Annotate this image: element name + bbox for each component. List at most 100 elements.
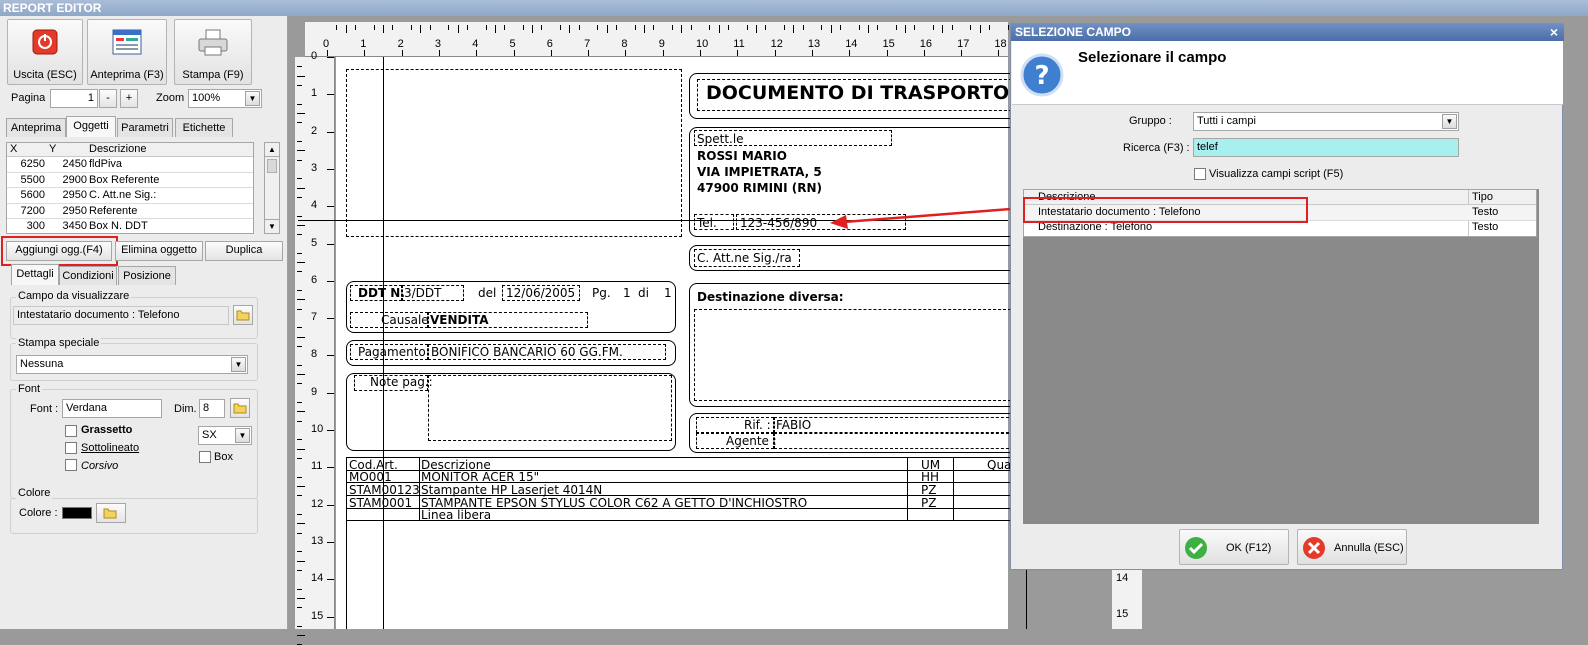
- zoom-select[interactable]: 100% ▼: [188, 89, 262, 108]
- ruler-minor-mark: [297, 625, 302, 627]
- ruler-minor-mark: [466, 25, 468, 30]
- ruler-mark: [327, 541, 334, 543]
- ruler-mark: [849, 50, 851, 56]
- exit-icon: [32, 29, 58, 55]
- scroll-up-icon[interactable]: ▲: [265, 143, 279, 157]
- tab-condizioni[interactable]: Condizioni: [59, 266, 117, 285]
- objects-grid[interactable]: X Y Descrizione 6250 2450 fldPiva 5500 2900…: [6, 142, 254, 234]
- ruler-minor-mark: [297, 420, 302, 422]
- ruler-minor-mark: [606, 25, 608, 33]
- col-tipo: Tipo: [1472, 191, 1493, 203]
- box-checkbox[interactable]: [199, 451, 211, 463]
- ruler-tick: 14: [1116, 572, 1129, 584]
- check-icon: [1185, 537, 1207, 559]
- search-label: Ricerca (F3) :: [1123, 142, 1190, 154]
- ruler-tick: 0: [311, 50, 318, 62]
- page-input[interactable]: 1: [50, 89, 98, 108]
- table-row[interactable]: 7200 2950 Referente: [7, 204, 253, 219]
- color-select-button[interactable]: [96, 503, 126, 523]
- bold-checkbox[interactable]: [65, 425, 77, 437]
- cell-code: STAM00123: [349, 483, 420, 497]
- dim-input[interactable]: 8: [199, 399, 225, 418]
- ruler-mark: [327, 579, 334, 581]
- ruler-mark: [961, 50, 963, 56]
- box-label: Box: [214, 451, 233, 463]
- agent-field[interactable]: [774, 433, 1014, 449]
- ok-button[interactable]: OK (F12): [1179, 529, 1289, 565]
- report-page[interactable]: DOCUMENTO DI TRASPORTO Spett.le ROSSI MA…: [298, 57, 1027, 629]
- font-select-button[interactable]: [230, 398, 250, 418]
- duplicate-button[interactable]: Duplica: [205, 241, 283, 261]
- ruler-minor-mark: [392, 25, 394, 30]
- grid-scrollbar[interactable]: ▲ ▼: [264, 142, 280, 234]
- align-select[interactable]: SX ▼: [198, 426, 252, 445]
- logo-box[interactable]: [346, 69, 682, 237]
- fields-grid[interactable]: Descrizione Tipo Intestatario documento …: [1023, 189, 1539, 524]
- ruler-tick: 18: [994, 38, 1007, 50]
- table-row[interactable]: 5500 2900 Box Referente: [7, 173, 253, 188]
- group-select[interactable]: Tutti i campi ▼: [1193, 112, 1459, 131]
- align-value: SX: [202, 429, 217, 441]
- tab-dettagli[interactable]: Dettagli: [11, 264, 59, 285]
- script-fields-checkbox[interactable]: [1194, 168, 1206, 180]
- ruler-tick: 13: [311, 534, 324, 547]
- ruler-mark: [550, 50, 552, 56]
- table-row[interactable]: 5600 2950 C. Att.ne Sig.:: [7, 188, 253, 204]
- ruler-minor-mark: [297, 457, 302, 459]
- font-input[interactable]: Verdana: [62, 399, 162, 418]
- recipient-city: 47900 RIMINI (RN): [697, 181, 822, 195]
- color-swatch[interactable]: [62, 507, 92, 519]
- exit-button[interactable]: Uscita (ESC): [7, 19, 83, 85]
- ruler-tick: 14: [311, 572, 324, 585]
- close-icon[interactable]: ×: [1550, 24, 1558, 41]
- field-select-button[interactable]: [233, 305, 253, 325]
- spett-label: Spett.le: [697, 132, 744, 146]
- ruler-minor-mark: [297, 383, 302, 385]
- ruler-minor-mark: [951, 25, 953, 30]
- pg-label: Pg.: [592, 286, 611, 300]
- scroll-thumb[interactable]: [267, 159, 277, 173]
- ruler-mark: [327, 616, 334, 618]
- tab-etichette[interactable]: Etichette: [175, 118, 233, 137]
- search-input[interactable]: telef: [1193, 138, 1459, 157]
- ruler-minor-mark: [989, 25, 991, 30]
- destination-field[interactable]: [694, 309, 1016, 401]
- items-table[interactable]: Cod.Art. Descrizione UM Qua MO001 MONITO…: [346, 457, 1026, 522]
- cell-x: 5500: [20, 173, 45, 186]
- tab-parametri[interactable]: Parametri: [117, 118, 173, 137]
- table-row[interactable]: 6250 2450 fldPiva: [7, 157, 253, 173]
- ruler-minor-mark: [297, 112, 305, 114]
- tab-anteprima[interactable]: Anteprima: [6, 118, 66, 137]
- dialog-title: SELEZIONE CAMPO: [1015, 25, 1132, 39]
- tab-oggetti[interactable]: Oggetti: [66, 116, 116, 137]
- ruler-minor-mark: [895, 25, 897, 30]
- ruler-minor-mark: [970, 25, 972, 30]
- list-item[interactable]: Destinazione : Telefono Testo: [1024, 221, 1536, 236]
- ruler-minor-mark: [297, 262, 305, 264]
- ruler-minor-mark: [877, 25, 879, 30]
- ruler-minor-mark: [297, 196, 302, 198]
- ruler-minor-mark: [297, 75, 305, 77]
- special-print-select[interactable]: Nessuna ▼: [16, 355, 248, 374]
- font-label: Font :: [30, 403, 59, 415]
- ruler-minor-mark: [410, 25, 412, 30]
- underline-checkbox[interactable]: [65, 442, 77, 454]
- preview-button[interactable]: Anteprima (F3): [87, 19, 167, 85]
- scroll-down-icon[interactable]: ▼: [265, 219, 279, 233]
- notes-field[interactable]: [428, 375, 672, 441]
- page-plus-button[interactable]: +: [120, 89, 138, 108]
- italic-checkbox[interactable]: [65, 459, 77, 471]
- ruler-mark: [662, 50, 664, 56]
- ruler-minor-mark: [297, 159, 302, 161]
- dialog-title-bar: SELEZIONE CAMPO ×: [1011, 24, 1564, 41]
- delete-object-button[interactable]: Elimina oggetto: [115, 241, 203, 261]
- table-row[interactable]: 300 3450 Box N. DDT: [7, 219, 253, 233]
- ruler-minor-mark: [297, 485, 305, 487]
- cell-desc: fldPiva: [89, 158, 123, 170]
- tab-posizione[interactable]: Posizione: [118, 266, 176, 285]
- page-minus-button[interactable]: -: [99, 89, 117, 108]
- ruler-minor-mark: [297, 607, 302, 609]
- cancel-button[interactable]: Annulla (ESC): [1297, 529, 1407, 565]
- print-button[interactable]: Stampa (F9): [174, 19, 252, 85]
- ruler-minor-mark: [830, 25, 832, 33]
